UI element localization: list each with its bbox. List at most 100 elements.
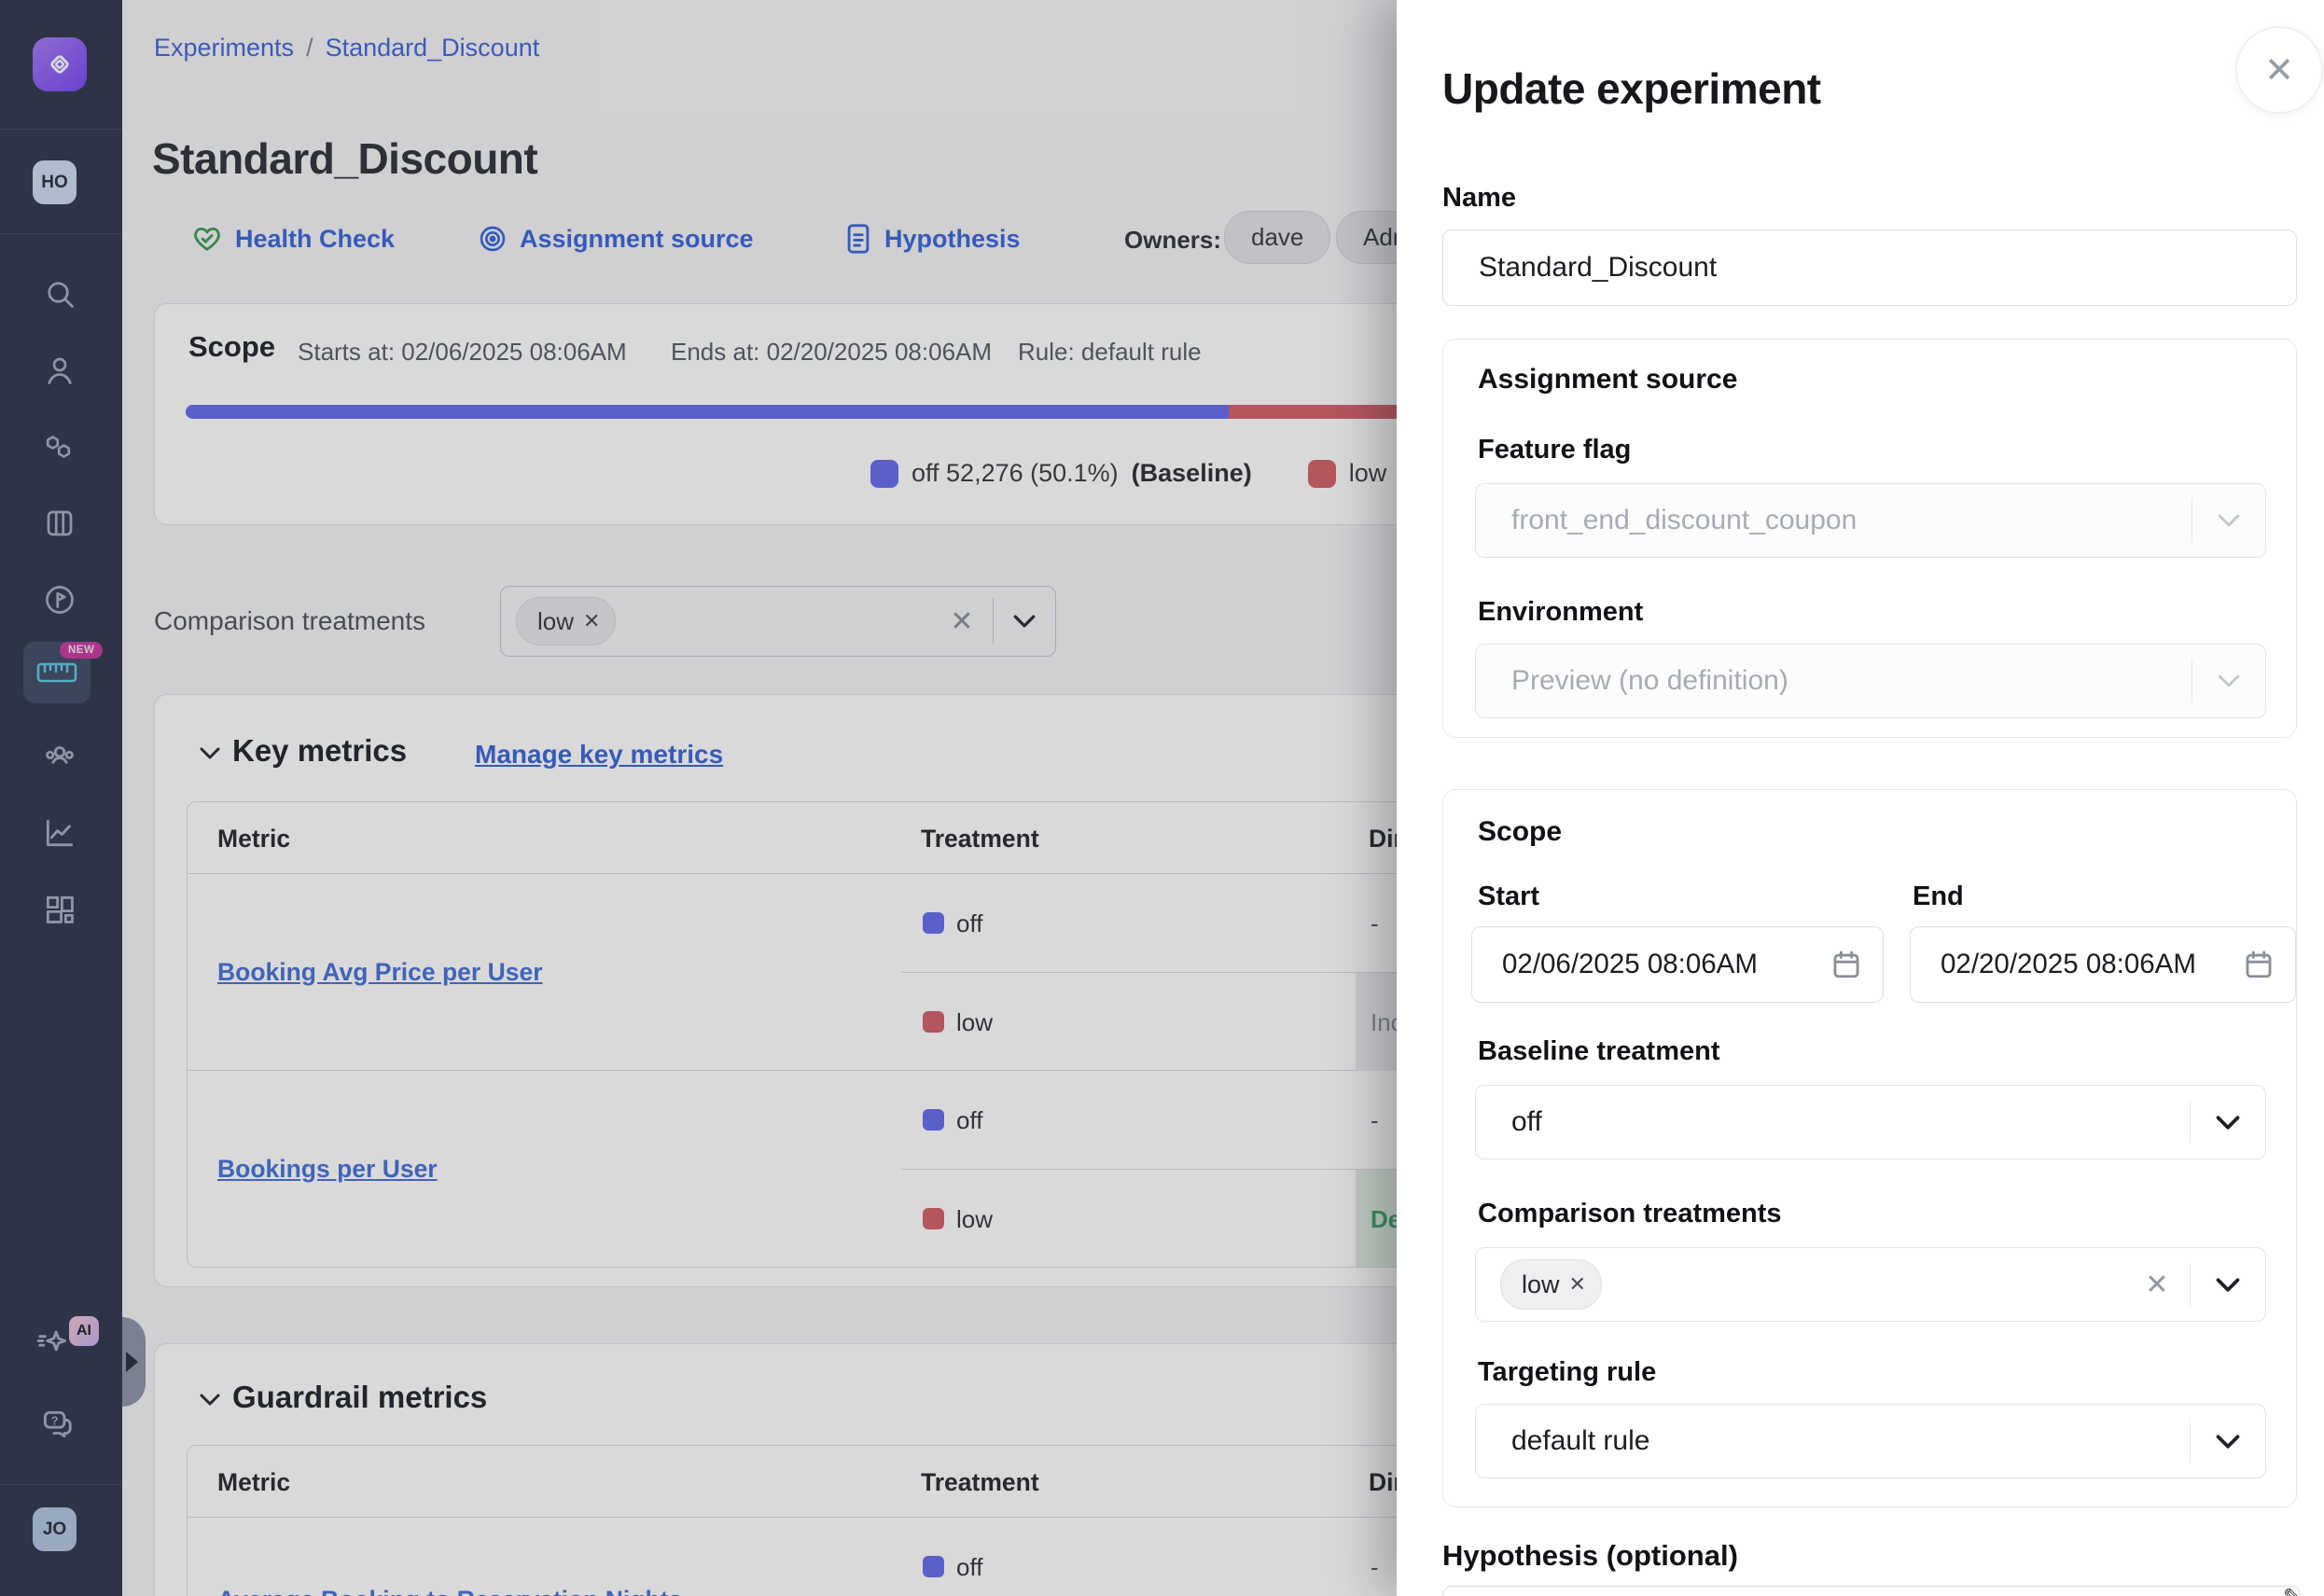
column-metric: Metric	[217, 1468, 290, 1497]
users-group-icon[interactable]	[42, 739, 77, 774]
allocation-legend: off 52,276 (50.1%) (Baseline) low	[870, 459, 1386, 488]
baseline-treatment-select[interactable]: off	[1475, 1085, 2266, 1159]
treatment-name: off	[956, 1553, 982, 1582]
columns-icon[interactable]	[42, 506, 77, 541]
treatment-chip-low[interactable]: low ✕	[516, 597, 616, 645]
scope-ends-at: Ends at: 02/20/2025 08:06AM	[671, 338, 992, 367]
treatment-swatch	[923, 1109, 944, 1131]
remove-chip-icon[interactable]: ✕	[583, 609, 600, 633]
line-chart-icon[interactable]	[42, 815, 77, 851]
sidebar-divider	[0, 1484, 122, 1485]
document-icon	[844, 223, 872, 255]
chip-label: low	[537, 607, 574, 636]
chevron-down-icon[interactable]	[2215, 1434, 2241, 1450]
sidebar-divider	[0, 233, 122, 234]
scope-rule: Rule: default rule	[1018, 338, 1202, 367]
scope-starts-at: Starts at: 02/06/2025 08:06AM	[298, 338, 627, 367]
end-date-value: 02/20/2025 08:06AM	[1941, 949, 2196, 980]
search-icon[interactable]	[42, 276, 77, 312]
app-screen: HO NEW	[0, 0, 2324, 1596]
hypothesis-link[interactable]: Hypothesis	[844, 222, 1021, 256]
column-treatment: Treatment	[921, 1468, 1039, 1497]
chip-label: low	[1522, 1270, 1560, 1299]
treatment-swatch	[923, 1208, 944, 1229]
legend-swatch-off	[870, 460, 898, 488]
start-date-value: 02/06/2025 08:06AM	[1502, 949, 1758, 980]
user-avatar[interactable]: JO	[33, 1507, 77, 1551]
health-check-link[interactable]: Health Check	[191, 222, 395, 256]
feature-flag-select[interactable]: front_end_discount_coupon	[1475, 483, 2266, 558]
start-date-input[interactable]: 02/06/2025 08:06AM	[1471, 926, 1884, 1003]
ai-badge: AI	[69, 1316, 99, 1346]
edit-pencil-icon: ✎	[2283, 1584, 2302, 1596]
legend-swatch-low	[1308, 460, 1336, 488]
remove-chip-icon[interactable]: ✕	[1569, 1272, 1586, 1297]
breadcrumb-separator: /	[306, 34, 313, 62]
environment-label: Environment	[1478, 597, 1643, 628]
close-icon: ✕	[2264, 49, 2294, 91]
end-label: End	[1913, 881, 1964, 912]
drawer-title: Update experiment	[1442, 63, 1821, 114]
environment-select[interactable]: Preview (no definition)	[1475, 644, 2266, 718]
owner-chip-label: dave	[1251, 223, 1303, 252]
scope-section: Scope Start End 02/06/2025 08:06AM 02/20…	[1442, 789, 2297, 1507]
select-divider	[2190, 1263, 2192, 1306]
statsig-logo-icon[interactable]	[33, 37, 87, 91]
collapse-chevron-icon[interactable]	[199, 1393, 221, 1407]
hypothesis-textarea[interactable]	[1442, 1586, 2301, 1596]
target-icon	[478, 224, 508, 254]
workspace-avatar[interactable]: HO	[33, 160, 77, 204]
new-badge: NEW	[60, 642, 103, 659]
user-icon[interactable]	[42, 353, 77, 388]
comparison-treatments-select[interactable]: low ✕ ✕	[1475, 1247, 2266, 1322]
start-label: Start	[1478, 881, 1539, 912]
sidebar-divider	[0, 129, 122, 130]
legend-baseline-tag: (Baseline)	[1132, 459, 1252, 488]
svg-text:?: ?	[51, 1414, 59, 1427]
targeting-rule-select[interactable]: default rule	[1475, 1404, 2266, 1478]
assignment-source-link[interactable]: Assignment source	[478, 222, 754, 256]
calendar-icon	[1830, 949, 1862, 980]
chevron-down-icon[interactable]	[2215, 1115, 2241, 1131]
owners-label: Owners:	[1124, 226, 1221, 255]
breadcrumb-current[interactable]: Standard_Discount	[326, 34, 540, 62]
breadcrumb-experiments[interactable]: Experiments	[154, 34, 294, 62]
dashboard-grid-icon[interactable]	[42, 892, 77, 927]
scope-section-title: Scope	[1478, 816, 1562, 848]
name-input[interactable]	[1442, 229, 2297, 306]
end-date-input[interactable]: 02/20/2025 08:06AM	[1910, 926, 2296, 1003]
key-metrics-title: Key metrics	[232, 733, 407, 769]
collapse-chevron-icon[interactable]	[199, 746, 221, 760]
owner-chip-dave[interactable]: dave	[1224, 211, 1330, 264]
select-divider	[2190, 1420, 2192, 1463]
sidebar: HO NEW	[0, 0, 122, 1596]
treatment-swatch	[923, 1011, 944, 1033]
ai-sparkle-icon[interactable]	[35, 1325, 71, 1360]
comparison-treatments-label: Comparison treatments	[1478, 1199, 1782, 1229]
baseline-treatment-label: Baseline treatment	[1478, 1036, 1720, 1067]
guardrail-metrics-title: Guardrail metrics	[232, 1380, 487, 1415]
close-button[interactable]: ✕	[2235, 26, 2323, 114]
select-divider	[2192, 499, 2193, 542]
treatment-name: low	[956, 1008, 993, 1037]
help-chat-icon[interactable]: ?	[39, 1407, 75, 1442]
manage-key-metrics-link[interactable]: Manage key metrics	[475, 740, 723, 770]
pulse-flag-icon[interactable]	[42, 582, 77, 618]
feature-flags-icon[interactable]	[42, 429, 77, 465]
name-label: Name	[1442, 183, 1516, 214]
treatment-chip-low[interactable]: low ✕	[1500, 1259, 1602, 1310]
clear-select-icon[interactable]: ✕	[2145, 1269, 2168, 1301]
direction-value: -	[1371, 909, 1379, 938]
legend-text-low: low	[1349, 459, 1387, 488]
comparison-treatments-select[interactable]: low ✕ ✕	[500, 586, 1056, 657]
assignment-source-section: Assignment source Feature flag front_end…	[1442, 339, 2297, 738]
assignment-source-label: Assignment source	[520, 225, 754, 254]
assignment-source-title: Assignment source	[1478, 364, 1737, 396]
chevron-down-icon[interactable]	[1012, 614, 1037, 629]
chevron-down-icon[interactable]	[2215, 1277, 2241, 1293]
clear-select-icon[interactable]: ✕	[950, 605, 973, 638]
health-check-label: Health Check	[235, 225, 395, 254]
targeting-rule-label: Targeting rule	[1478, 1357, 1656, 1388]
treatment-swatch	[923, 1556, 944, 1577]
update-experiment-drawer: ✕ Update experiment Name Assignment sour…	[1397, 0, 2324, 1596]
